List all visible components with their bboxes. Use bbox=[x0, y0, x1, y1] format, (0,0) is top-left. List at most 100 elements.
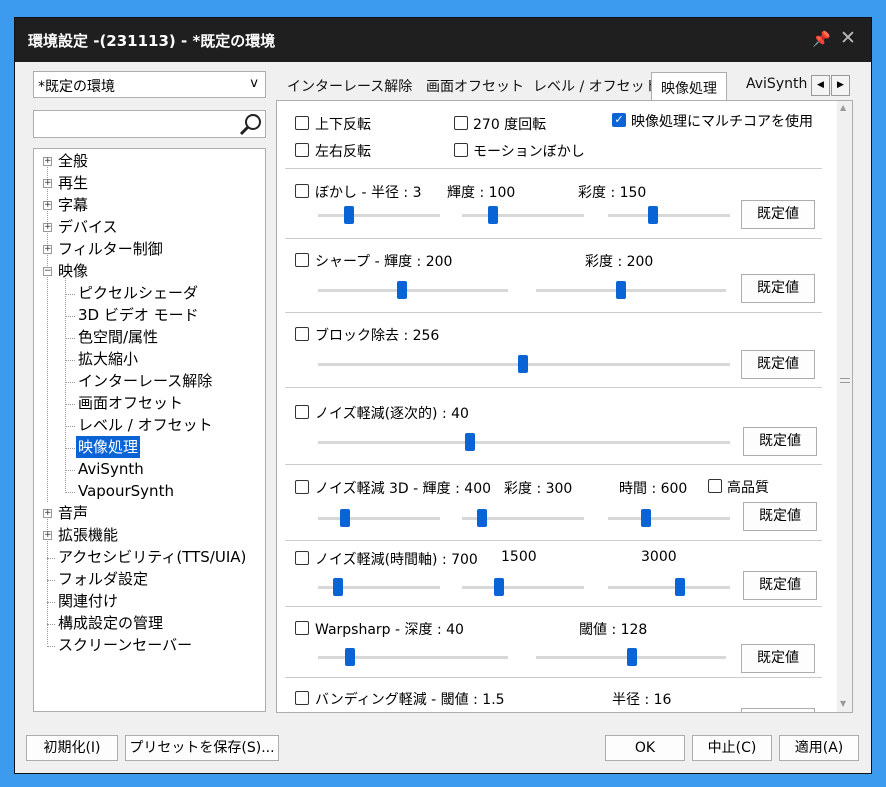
noise-seq-slider[interactable] bbox=[318, 441, 730, 444]
tab-scroll-right-icon[interactable]: ▶ bbox=[831, 75, 850, 96]
tree-item-video[interactable]: 映像 bbox=[56, 260, 90, 282]
close-icon[interactable]: ✕ bbox=[840, 27, 856, 49]
tree-item-level-offset[interactable]: レベル / オフセット bbox=[76, 414, 215, 436]
noise-seq-reset-button[interactable]: 既定値 bbox=[743, 427, 817, 456]
tree-item-audio[interactable]: 音声 bbox=[56, 502, 90, 524]
sharpen-luma-slider[interactable] bbox=[318, 289, 508, 292]
flip-horizontal-checkbox[interactable] bbox=[295, 143, 309, 157]
tree-item-filter-control[interactable]: フィルター制御 bbox=[56, 238, 165, 260]
tree-item-deinterlace[interactable]: インターレース解除 bbox=[76, 370, 214, 392]
tab-video-processing[interactable]: 映像処理 bbox=[651, 72, 727, 101]
blur-checkbox[interactable] bbox=[295, 184, 309, 198]
motion-blur-checkbox[interactable] bbox=[454, 143, 468, 157]
sharpen-reset-button[interactable]: 既定値 bbox=[741, 274, 815, 303]
debanding-reset-button[interactable] bbox=[741, 708, 815, 712]
scroll-down-icon[interactable]: ▼ bbox=[840, 699, 846, 708]
high-quality-checkbox[interactable] bbox=[708, 479, 722, 493]
tree-item-scaling[interactable]: 拡大縮小 bbox=[76, 348, 140, 370]
settings-tree[interactable]: + 全般 + 再生 + 字幕 + デバイス + フィルター制御 − 映像 ピクセ… bbox=[33, 148, 266, 712]
scroll-grip-icon[interactable] bbox=[840, 378, 850, 383]
expand-icon[interactable]: + bbox=[43, 201, 52, 210]
noise-3d-time-thumb[interactable] bbox=[641, 509, 651, 527]
multicore-checkbox[interactable]: ✓ bbox=[612, 113, 626, 127]
tree-item-accessibility[interactable]: アクセシビリティ(TTS/UIA) bbox=[56, 546, 248, 568]
noise-3d-checkbox[interactable] bbox=[295, 480, 309, 494]
deblock-reset-button[interactable]: 既定値 bbox=[741, 350, 815, 379]
tree-item-video-processing[interactable]: 映像処理 bbox=[76, 436, 141, 458]
sharpen-luma-thumb[interactable] bbox=[397, 281, 407, 299]
noise-3d-luma-slider[interactable] bbox=[318, 517, 440, 520]
expand-icon[interactable]: + bbox=[43, 509, 52, 518]
blur-luma-slider[interactable] bbox=[462, 214, 584, 217]
noise-3d-reset-button[interactable]: 既定値 bbox=[743, 502, 817, 531]
warpsharp-threshold-thumb[interactable] bbox=[627, 648, 637, 666]
initialize-button[interactable]: 初期化(I) bbox=[26, 735, 118, 761]
tree-item-associations[interactable]: 関連付け bbox=[56, 590, 120, 612]
tab-avisynth[interactable]: AviSynth bbox=[746, 76, 807, 92]
blur-luma-thumb[interactable] bbox=[488, 206, 498, 224]
noise-3d-chroma-thumb[interactable] bbox=[477, 509, 487, 527]
tree-item-folder-settings[interactable]: フォルダ設定 bbox=[56, 568, 150, 590]
warpsharp-checkbox[interactable] bbox=[295, 621, 309, 635]
apply-button[interactable]: 適用(A) bbox=[779, 735, 859, 761]
expand-icon[interactable]: + bbox=[43, 245, 52, 254]
noise-temporal-reset-button[interactable]: 既定値 bbox=[743, 571, 817, 600]
ok-button[interactable]: OK bbox=[605, 735, 685, 761]
sharpen-chroma-thumb[interactable] bbox=[616, 281, 626, 299]
tab-scroll-left-icon[interactable]: ◀ bbox=[811, 75, 830, 96]
tree-item-extensions[interactable]: 拡張機能 bbox=[56, 524, 120, 546]
expand-icon[interactable]: + bbox=[43, 531, 52, 540]
search-input[interactable] bbox=[33, 110, 266, 138]
sharpen-chroma-slider[interactable] bbox=[536, 289, 726, 292]
tree-item-screensaver[interactable]: スクリーンセーバー bbox=[56, 634, 194, 656]
tree-item-pixel-shader[interactable]: ピクセルシェーダ bbox=[76, 282, 200, 304]
deblock-thumb[interactable] bbox=[518, 355, 528, 373]
noise-temporal-checkbox[interactable] bbox=[295, 551, 309, 565]
expand-icon[interactable]: + bbox=[43, 157, 52, 166]
blur-radius-thumb[interactable] bbox=[344, 206, 354, 224]
tree-item-config-management[interactable]: 構成設定の管理 bbox=[56, 612, 165, 634]
rotate-270-checkbox[interactable] bbox=[454, 116, 468, 130]
profile-select[interactable]: *既定の環境 v bbox=[33, 71, 266, 98]
noise-temporal-slider-2[interactable] bbox=[462, 586, 584, 589]
title-bar[interactable]: 環境設定 -(231113) - *既定の環境 📌 ✕ bbox=[15, 18, 871, 62]
tree-item-3d-video-mode[interactable]: 3D ビデオ モード bbox=[76, 304, 201, 326]
blur-chroma-slider[interactable] bbox=[608, 214, 730, 217]
expand-icon[interactable]: + bbox=[43, 223, 52, 232]
noise-temporal-thumb-3[interactable] bbox=[675, 578, 685, 596]
tree-item-screen-offset[interactable]: 画面オフセット bbox=[76, 392, 185, 414]
sharpen-checkbox[interactable] bbox=[295, 253, 309, 267]
tree-item-general[interactable]: 全般 bbox=[56, 150, 90, 172]
tab-deinterlace[interactable]: インターレース解除 bbox=[287, 76, 412, 96]
noise-seq-thumb[interactable] bbox=[465, 433, 475, 451]
noise-temporal-thumb-2[interactable] bbox=[494, 578, 504, 596]
search-icon[interactable] bbox=[239, 112, 263, 136]
panel-scrollbar[interactable]: ▲ ▼ bbox=[837, 101, 852, 712]
warpsharp-depth-thumb[interactable] bbox=[345, 648, 355, 666]
blur-chroma-thumb[interactable] bbox=[648, 206, 658, 224]
collapse-icon[interactable]: − bbox=[43, 267, 52, 276]
scroll-up-icon[interactable]: ▲ bbox=[840, 103, 846, 112]
noise-temporal-slider-3[interactable] bbox=[608, 586, 730, 589]
warpsharp-reset-button[interactable]: 既定値 bbox=[741, 644, 815, 673]
cancel-button[interactable]: 中止(C) bbox=[692, 735, 772, 761]
noise-3d-luma-thumb[interactable] bbox=[340, 509, 350, 527]
pin-icon[interactable]: 📌 bbox=[812, 30, 831, 48]
tree-item-subtitles[interactable]: 字幕 bbox=[56, 194, 90, 216]
noise-temporal-thumb-1[interactable] bbox=[333, 578, 343, 596]
tree-item-vapoursynth[interactable]: VapourSynth bbox=[76, 480, 176, 502]
tree-item-devices[interactable]: デバイス bbox=[56, 216, 120, 238]
noise-seq-checkbox[interactable] bbox=[295, 405, 309, 419]
deblock-checkbox[interactable] bbox=[295, 327, 309, 341]
tab-screen-offset[interactable]: 画面オフセット bbox=[426, 76, 524, 96]
blur-reset-button[interactable]: 既定値 bbox=[741, 200, 815, 229]
blur-radius-slider[interactable] bbox=[318, 214, 440, 217]
noise-3d-time-slider[interactable] bbox=[608, 517, 730, 520]
expand-icon[interactable]: + bbox=[43, 179, 52, 188]
tree-item-avisynth[interactable]: AviSynth bbox=[76, 458, 146, 480]
tab-level-offset[interactable]: レベル / オフセット bbox=[533, 76, 659, 96]
save-preset-button[interactable]: プリセットを保存(S)... bbox=[125, 735, 279, 761]
tree-item-playback[interactable]: 再生 bbox=[56, 172, 90, 194]
flip-vertical-checkbox[interactable] bbox=[295, 116, 309, 130]
tree-item-colorspace[interactable]: 色空間/属性 bbox=[76, 326, 160, 348]
